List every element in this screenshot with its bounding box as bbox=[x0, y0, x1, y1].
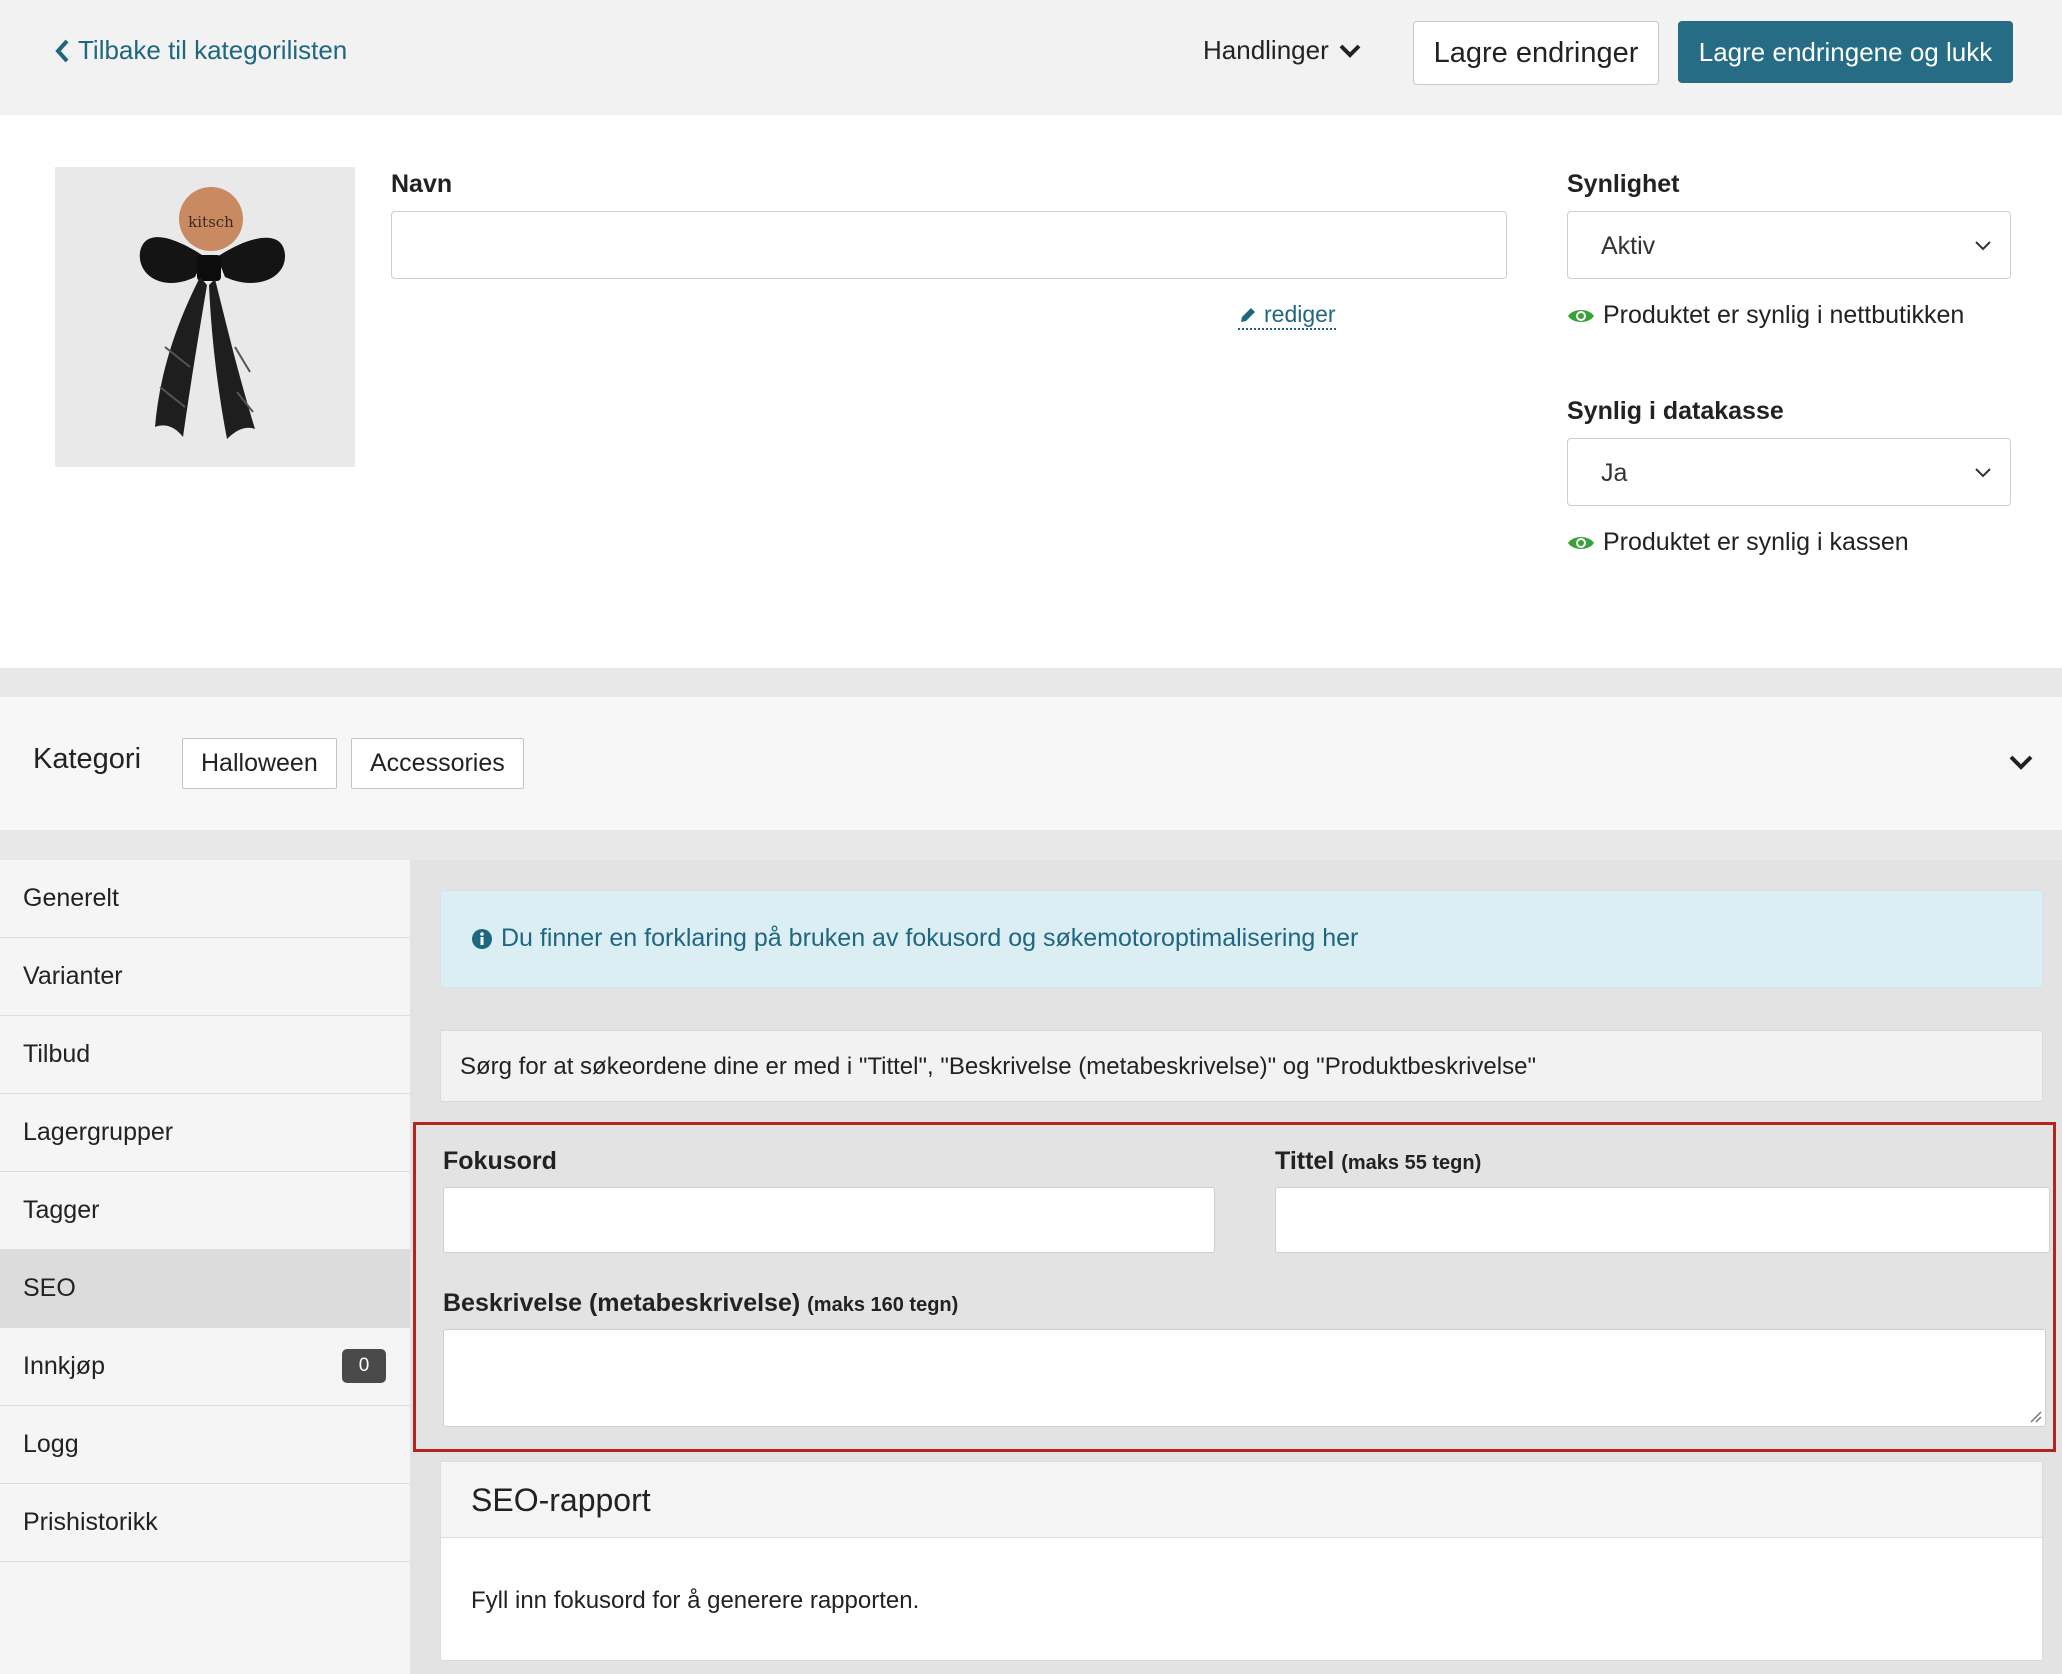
seo-report-header: SEO-rapport bbox=[441, 1462, 2042, 1538]
meta-description-hint: (maks 160 tegn) bbox=[807, 1294, 959, 1316]
sidebar-item-label: Varianter bbox=[23, 962, 123, 990]
name-input[interactable] bbox=[391, 211, 1507, 279]
chevron-down-icon[interactable] bbox=[2008, 753, 2034, 773]
focus-keyword-label: Fokusord bbox=[443, 1147, 557, 1175]
category-bar: Kategori Halloween Accessories bbox=[0, 697, 2062, 830]
visibility-value: Aktiv bbox=[1601, 232, 1656, 260]
info-icon bbox=[472, 928, 492, 949]
category-label: Kategori bbox=[33, 743, 142, 775]
visibility-select[interactable]: Aktiv bbox=[1567, 211, 2011, 279]
product-image[interactable]: kitsch bbox=[55, 167, 355, 467]
pos-visibility-value: Ja bbox=[1601, 459, 1628, 487]
hair-bow-image: kitsch bbox=[139, 187, 286, 439]
count-badge: 0 bbox=[342, 1349, 386, 1383]
name-label: Navn bbox=[391, 170, 453, 198]
sidebar-item-generelt[interactable]: Generelt bbox=[0, 860, 410, 938]
edit-link-label: rediger bbox=[1264, 301, 1336, 327]
visibility-status: Produktet er synlig i nettbutikken bbox=[1567, 301, 1964, 330]
sidebar-nav: Generelt Varianter Tilbud Lagergrupper T… bbox=[0, 860, 410, 1674]
sidebar-item-label: SEO bbox=[23, 1274, 76, 1302]
sidebar-item-label: Lagergrupper bbox=[23, 1118, 174, 1146]
sidebar-item-label: Tilbud bbox=[23, 1040, 91, 1068]
sidebar-item-prishistorikk[interactable]: Prishistorikk bbox=[0, 1484, 410, 1562]
pos-visibility-label: Synlig i datakasse bbox=[1567, 397, 1784, 425]
meta-description-label: Beskrivelse (metabeskrivelse) (maks 160 … bbox=[443, 1289, 958, 1318]
focus-keyword-input[interactable] bbox=[443, 1187, 1215, 1253]
sidebar-item-label: Tagger bbox=[23, 1196, 100, 1224]
meta-description-label-text: Beskrivelse (metabeskrivelse) bbox=[443, 1289, 801, 1317]
seo-title-input[interactable] bbox=[1275, 1187, 2050, 1253]
meta-description-textarea[interactable] bbox=[443, 1329, 2046, 1427]
save-and-close-button[interactable]: Lagre endringene og lukk bbox=[1678, 21, 2013, 83]
seo-title-label: Tittel (maks 55 tegn) bbox=[1275, 1147, 1481, 1176]
sidebar-item-innkjop[interactable]: Innkjøp 0 bbox=[0, 1328, 410, 1406]
seo-help-link[interactable]: Du finner en forklaring på bruken av fok… bbox=[471, 924, 1358, 953]
category-chip-halloween[interactable]: Halloween bbox=[182, 738, 337, 789]
seo-report-title: SEO-rapport bbox=[471, 1482, 651, 1518]
back-link-label: Tilbake til kategorilisten bbox=[78, 35, 348, 65]
seo-title-label-text: Tittel bbox=[1275, 1147, 1335, 1175]
seo-title-hint: (maks 55 tegn) bbox=[1341, 1152, 1482, 1174]
seo-fields-highlight: Fokusord Tittel (maks 55 tegn) Beskrivel… bbox=[413, 1122, 2056, 1452]
pencil-icon bbox=[1241, 307, 1255, 322]
chevron-down-icon bbox=[1975, 468, 1991, 478]
sidebar-item-tilbud[interactable]: Tilbud bbox=[0, 1016, 410, 1094]
save-button[interactable]: Lagre endringer bbox=[1413, 21, 1659, 85]
chevron-down-icon bbox=[1975, 241, 1991, 251]
product-panel: kitsch Navn rediger Synlighet Aktiv Prod… bbox=[0, 115, 2062, 668]
eye-icon bbox=[1568, 536, 1594, 549]
info-text: Du finner en forklaring på bruken av fok… bbox=[501, 924, 1359, 952]
eye-icon bbox=[1568, 309, 1594, 322]
sidebar-item-label: Logg bbox=[23, 1430, 79, 1458]
keyword-hint: Sørg for at søkeordene dine er med i "Ti… bbox=[440, 1030, 2043, 1102]
sidebar-item-lagergrupper[interactable]: Lagergrupper bbox=[0, 1094, 410, 1172]
pos-visibility-select[interactable]: Ja bbox=[1567, 438, 2011, 506]
edit-slug-link[interactable]: rediger bbox=[1238, 301, 1336, 330]
brand-tag-text: kitsch bbox=[188, 213, 234, 231]
sidebar-item-seo[interactable]: SEO bbox=[0, 1250, 410, 1328]
seo-panel: Du finner en forklaring på bruken av fok… bbox=[410, 860, 2062, 1674]
sidebar-item-label: Innkjøp bbox=[23, 1352, 105, 1380]
back-to-category-list-link[interactable]: Tilbake til kategorilisten bbox=[54, 35, 347, 66]
category-chip-accessories[interactable]: Accessories bbox=[351, 738, 524, 789]
top-bar: Tilbake til kategorilisten Handlinger La… bbox=[0, 0, 2062, 115]
seo-report-body: Fyll inn fokusord for å generere rapport… bbox=[471, 1587, 920, 1614]
seo-report-panel: SEO-rapport Fyll inn fokusord for å gene… bbox=[440, 1461, 2043, 1661]
visibility-status-text: Produktet er synlig i nettbutikken bbox=[1603, 301, 1965, 329]
actions-label: Handlinger bbox=[1203, 35, 1329, 65]
sidebar-item-varianter[interactable]: Varianter bbox=[0, 938, 410, 1016]
keyword-hint-text: Sørg for at søkeordene dine er med i "Ti… bbox=[460, 1053, 1536, 1080]
info-alert: Du finner en forklaring på bruken av fok… bbox=[440, 890, 2043, 988]
visibility-label: Synlighet bbox=[1567, 170, 1680, 198]
sidebar-item-tagger[interactable]: Tagger bbox=[0, 1172, 410, 1250]
chevron-down-icon bbox=[1339, 44, 1361, 58]
sidebar-item-logg[interactable]: Logg bbox=[0, 1406, 410, 1484]
chevron-left-icon bbox=[55, 39, 69, 62]
resize-grip-icon[interactable] bbox=[2028, 1409, 2042, 1423]
pos-visibility-status-text: Produktet er synlig i kassen bbox=[1603, 528, 1909, 556]
actions-dropdown[interactable]: Handlinger bbox=[1203, 35, 1361, 66]
sidebar-item-label: Prishistorikk bbox=[23, 1508, 158, 1536]
pos-visibility-status: Produktet er synlig i kassen bbox=[1567, 528, 1909, 557]
sidebar-item-label: Generelt bbox=[23, 884, 119, 912]
